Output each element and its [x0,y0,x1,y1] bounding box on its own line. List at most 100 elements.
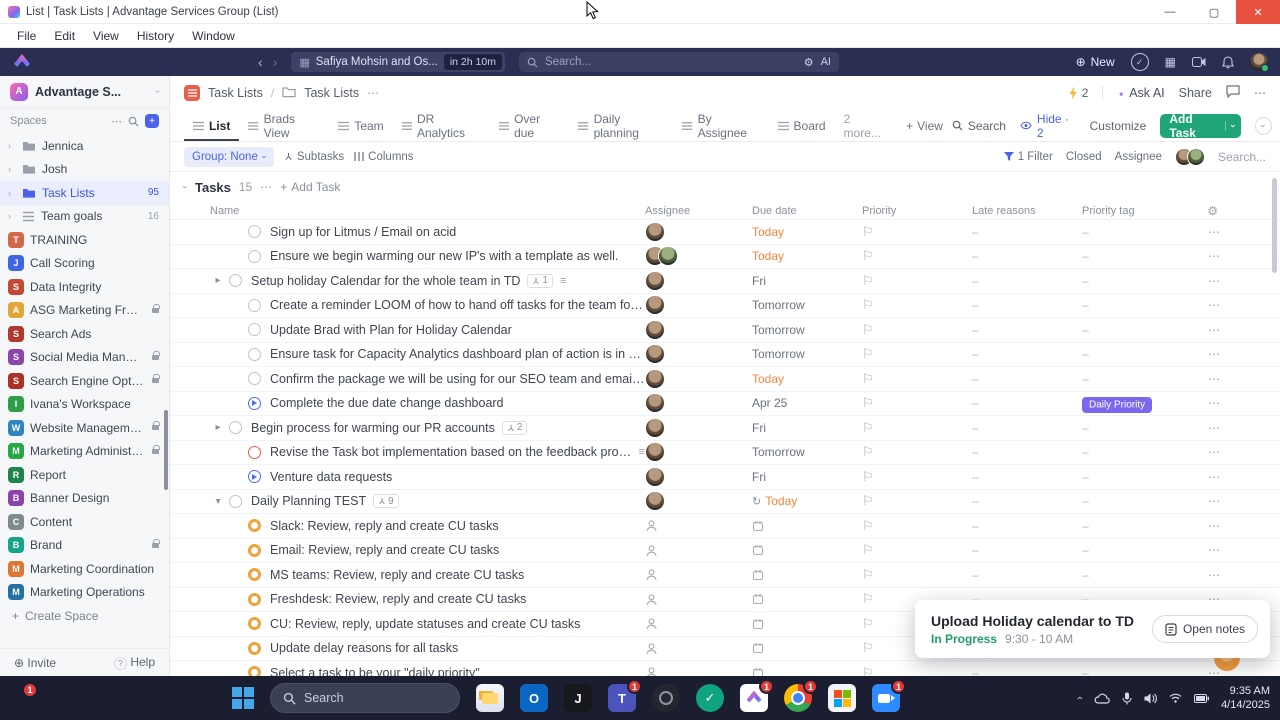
taskbar-app-icon[interactable]: O [520,684,548,712]
sidebar-space-item[interactable]: C Content [0,510,169,534]
tasks-check-icon[interactable]: ✓ [1130,53,1149,71]
task-row[interactable]: ▸ Update Brad with Plan for Holiday Cale… [170,318,1280,343]
task-row[interactable]: ▸ Venture data requests ≡ ↻ [170,465,1280,490]
due-date-cell[interactable]: ↻ [752,642,862,654]
start-button[interactable] [232,687,254,709]
invite-button[interactable]: ⊕ Invite [14,656,56,670]
task-row[interactable]: ▸ Select a task to be your "daily priori… [170,661,1280,676]
priority-cell[interactable]: ⚐ [862,248,972,264]
mic-icon[interactable] [1122,692,1132,705]
priority-tag-cell[interactable]: – [1082,347,1202,361]
priority-tag-cell[interactable]: – [1082,470,1202,484]
sidebar-space-item[interactable]: S Social Media Managem... [0,346,169,370]
sidebar-space-item[interactable]: W Website Management [0,416,169,440]
due-date-cell[interactable]: ↻ [752,520,862,532]
priority-cell[interactable]: ⚐ [862,346,972,362]
task-row[interactable]: ▸ Revise the Task bot implementation bas… [170,441,1280,465]
late-reasons-cell[interactable]: – [972,347,1082,361]
due-date-cell[interactable]: ↻ [752,593,862,605]
priority-tag-cell[interactable]: – [1082,372,1202,386]
task-row[interactable]: ▸ Setup holiday Calendar for the whole t… [170,269,1280,294]
priority-tag-cell[interactable]: – [1082,494,1202,508]
view-tab[interactable]: Team [329,110,392,141]
due-date-cell[interactable]: ↻ Apr 25 [752,396,862,410]
taskbar-app-icon[interactable]: 1 [740,679,774,712]
menu-item[interactable]: Edit [45,29,84,43]
priority-cell[interactable]: ⚐ [862,665,972,676]
row-menu-button[interactable]: ⋯ [1202,666,1280,676]
column-header[interactable]: Due date [752,205,862,217]
task-name[interactable]: Daily Planning TEST [251,494,366,508]
priority-cell[interactable]: ⚐ [862,493,972,509]
wifi-icon[interactable] [1169,693,1182,703]
priority-tag-cell[interactable]: – [1082,666,1202,676]
subtask-count-badge[interactable]: 9 [373,494,399,509]
priority-tag-cell[interactable]: – [1082,445,1202,459]
row-menu-button[interactable]: ⋯ [1202,323,1280,337]
task-row[interactable]: ▸ Create a reminder LOOM of how to hand … [170,294,1280,318]
assignee-cell[interactable] [645,642,752,655]
menu-item[interactable]: History [128,29,183,43]
late-reasons-cell[interactable]: – [972,225,1082,239]
ask-ai-button[interactable]: ⋆ Ask AI [1117,86,1164,101]
group-title[interactable]: Tasks [195,180,231,195]
group-more-button[interactable]: ⋯ [260,180,272,194]
add-task-dropdown[interactable]: › [1225,120,1241,131]
due-date-cell[interactable]: ↻ [752,667,862,676]
collapse-group-icon[interactable]: › [181,186,191,189]
view-tab[interactable]: Board [769,110,835,141]
due-date-cell[interactable]: ↻ [752,569,862,581]
sidebar-tree-item[interactable]: › Team goals 16 [0,205,169,229]
assignee-cell[interactable] [645,417,752,438]
taskbar-app-icon[interactable]: 1 [784,679,818,712]
volume-icon[interactable] [1144,693,1157,704]
closed-filter-button[interactable]: Closed [1066,151,1102,163]
subtasks-filter-button[interactable]: Subtasks [284,151,344,163]
due-date-cell[interactable]: ↻ [752,618,862,630]
column-header[interactable]: Priority tag [1082,205,1202,217]
due-date-cell[interactable]: ↻ [752,544,862,556]
row-menu-button[interactable]: ⋯ [1202,494,1280,508]
priority-cell[interactable]: ⚐ [862,444,972,460]
taskbar-clock[interactable]: 9:35 AM 4/14/2025 [1221,684,1270,713]
due-date-cell[interactable]: ↻ Fri [752,274,862,288]
priority-cell[interactable]: ⚐ [862,297,972,313]
task-row[interactable]: ▸ Complete the due date change dashboard… [170,392,1280,416]
customize-button[interactable]: Customize [1090,119,1147,133]
task-status-icon[interactable] [248,445,261,459]
view-search-button[interactable]: Search [952,119,1006,133]
row-menu-button[interactable]: ⋯ [1202,421,1280,435]
column-header[interactable]: Assignee [645,205,752,217]
late-reasons-cell[interactable]: – [972,274,1082,288]
task-status-icon[interactable] [248,617,261,631]
column-header[interactable]: Late reasons [972,205,1082,217]
taskbar-app-icon[interactable]: ✓ [696,684,724,712]
priority-cell[interactable]: ⚐ [862,542,972,558]
menu-item[interactable]: View [84,29,128,43]
row-menu-button[interactable]: ⋯ [1202,470,1280,484]
create-space-button[interactable]: + Create Space [0,604,169,628]
add-task-button[interactable]: Add Task › [1160,112,1242,140]
assignee-cell[interactable] [645,368,752,389]
view-tab[interactable]: DR Analytics [393,110,490,141]
row-menu-button[interactable]: ⋯ [1202,249,1280,263]
priority-tag-cell[interactable]: – [1082,543,1202,557]
task-status-icon[interactable] [248,396,261,410]
clipboard-icon[interactable]: ▦ [1165,55,1176,69]
task-name[interactable]: Complete the due date change dashboard [270,396,504,410]
task-name[interactable]: Update delay reasons for all tasks [270,641,458,655]
late-reasons-cell[interactable]: – [972,323,1082,337]
view-tab[interactable]: Brads View [239,110,329,141]
task-status-icon[interactable] [229,421,242,435]
global-search-input[interactable]: Search... ⚙ AI [518,52,839,72]
sidebar-scrollbar[interactable] [164,410,168,490]
add-space-button[interactable]: + [145,114,159,128]
task-row[interactable]: ▸ Confirm the package we will be using f… [170,367,1280,392]
assignee-cell[interactable] [645,617,752,630]
spaces-search-icon[interactable] [128,116,139,127]
task-name[interactable]: Slack: Review, reply and create CU tasks [270,519,499,533]
task-name[interactable]: Update Brad with Plan for Holiday Calend… [270,323,512,337]
view-tab[interactable]: Daily planning [569,110,673,141]
assignee-cell[interactable] [645,319,752,340]
assignee-cell[interactable] [645,491,752,512]
